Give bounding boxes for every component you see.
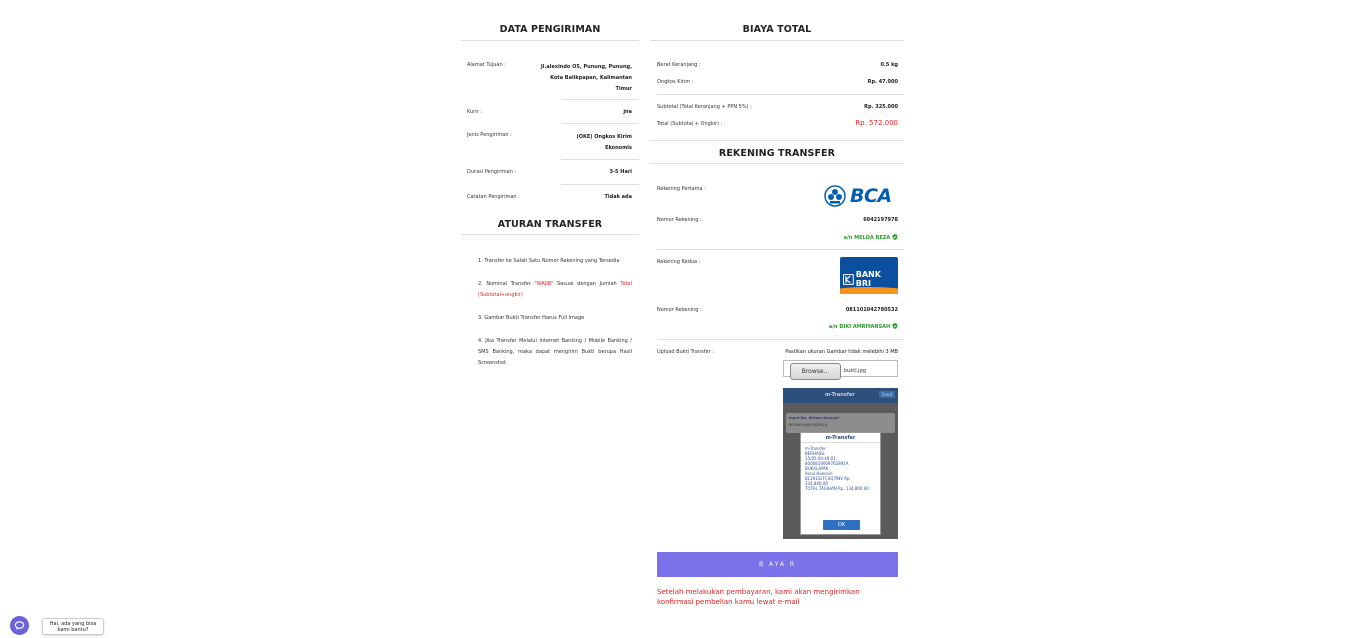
proof-dialog-title: m-Transfer	[801, 433, 880, 443]
first-number-label: Nomor Rekening :	[657, 217, 702, 223]
total-value: Rp. 572.000	[855, 119, 898, 127]
divider	[657, 339, 904, 340]
shipping-section: DATA PENGIRIMAN Alamat Tujuan : Jl.alexi…	[461, 22, 639, 222]
proof-field-value: 8000819009762891A	[789, 423, 828, 427]
pay-button[interactable]: B AYA R	[657, 552, 898, 577]
subtotal-value: Rp. 325.000	[864, 104, 898, 110]
second-account-label: Rekening Kedua :	[657, 259, 701, 265]
divider	[561, 159, 639, 160]
rules-title: ATURAN TRANSFER	[497, 219, 603, 230]
bca-emblem-icon	[824, 185, 846, 207]
bca-wordmark: BCA	[850, 185, 892, 207]
shipping-cost-value: Rp. 47.000	[867, 79, 898, 85]
courier-value: jne	[623, 109, 632, 115]
rule-item: 2. Nominal Transfer "WAJIB" Sesuai denga…	[478, 281, 632, 298]
chat-launcher-button[interactable]	[10, 616, 29, 635]
rule-item: 4. Jika Transfer Melalui Internet Bankin…	[478, 338, 632, 366]
proof-preview-image: m-Transfer Send Input No. Virtual Accoun…	[783, 388, 898, 539]
verified-shield-icon	[892, 234, 898, 240]
totals-section: BIAYA TOTAL Berat Keranjang : 0.5 kg Ong…	[650, 22, 904, 134]
service-value: (OKE) Ongkos Kirim Ekonomis	[576, 134, 632, 151]
second-number-label: Nomor Rekening :	[657, 307, 702, 313]
totals-title: BIAYA TOTAL	[742, 24, 812, 35]
shipping-cost-label: Ongkos Kirim :	[657, 79, 694, 85]
upload-hint: Pastikan ukuran Gambar tidak melebihi 3 …	[785, 349, 898, 355]
weight-label: Berat Keranjang :	[657, 62, 701, 68]
first-account-label: Rekening Pertama :	[657, 186, 706, 192]
divider	[561, 99, 639, 100]
verified-shield-icon	[892, 323, 898, 329]
second-owner: a/n DIKI AMRIYANSAH	[829, 323, 898, 330]
transfer-title: REKENING TRANSFER	[718, 148, 836, 159]
file-input[interactable]: Browse... bukti.jpg	[783, 360, 898, 380]
bri-emblem-icon	[843, 273, 854, 285]
bri-logo: BANK BRI	[840, 257, 898, 298]
upload-label: Upload Bukti Transfer :	[657, 349, 714, 355]
weight-value: 0.5 kg	[880, 62, 898, 68]
divider	[657, 94, 904, 95]
second-number-value: 081101042780532	[845, 307, 898, 313]
divider	[461, 234, 639, 235]
bca-logo: BCA	[824, 184, 898, 208]
divider	[650, 140, 904, 141]
proof-field-label: Input No. Virtual Account	[789, 416, 840, 420]
divider	[461, 40, 639, 41]
divider	[657, 249, 904, 250]
chat-tooltip: Hai, ada yang bisa kami bantu?	[42, 618, 104, 635]
rules-list: 1. Transfer ke Salah Satu Nomor Rekening…	[478, 256, 632, 369]
subtotal-label: Subtotal (Total Keranjang + PPN 5%) :	[657, 104, 752, 110]
rule-item: 3. Gambar Bukti Transfer Harus Full Imag…	[478, 315, 585, 321]
bri-wordmark: BANK BRI	[855, 270, 881, 288]
rules-section: ATURAN TRANSFER 1. Transfer ke Salah Sat…	[461, 216, 639, 366]
total-label: Total (Subtotal + Ongkir) :	[657, 121, 723, 127]
proof-send: Send	[878, 391, 895, 398]
address-value: Jl.alexindo O5, Punung, Punung, Kota Bal…	[540, 64, 632, 92]
divider	[650, 163, 904, 164]
shipping-title: DATA PENGIRIMAN	[499, 24, 601, 35]
address-label: Alamat Tujuan :	[467, 62, 506, 68]
proof-header: m-Transfer	[825, 392, 855, 398]
note-value: Tidak ada	[604, 194, 632, 200]
proof-dialog: m-Transfer m-Transfer BERHASIL 15/05 00:…	[800, 432, 881, 535]
rule-item: 1. Transfer ke Salah Satu Nomor Rekening…	[478, 258, 620, 264]
service-label: Jenis Pengiriman :	[467, 132, 512, 138]
confirmation-note: Setelah melakukan pembayaran, kami akan …	[657, 588, 860, 606]
chat-icon	[14, 621, 25, 631]
divider	[561, 123, 639, 124]
first-number-value: 6042197978	[863, 217, 898, 223]
divider	[561, 184, 639, 185]
file-name: bukti.jpg	[844, 368, 866, 374]
browse-button[interactable]: Browse...	[790, 363, 841, 380]
divider	[650, 40, 904, 41]
duration-label: Durasi Pengiriman :	[467, 169, 517, 175]
first-owner: a/n MELDA REZA	[844, 234, 898, 241]
duration-value: 3-5 Hari	[609, 169, 632, 175]
transfer-section: REKENING TRANSFER Rekening Pertama : BCA…	[650, 140, 904, 580]
note-label: Catatan Pengiriman :	[467, 194, 520, 200]
courier-label: Kurir :	[467, 109, 482, 115]
proof-ok-button: OK	[823, 520, 860, 530]
